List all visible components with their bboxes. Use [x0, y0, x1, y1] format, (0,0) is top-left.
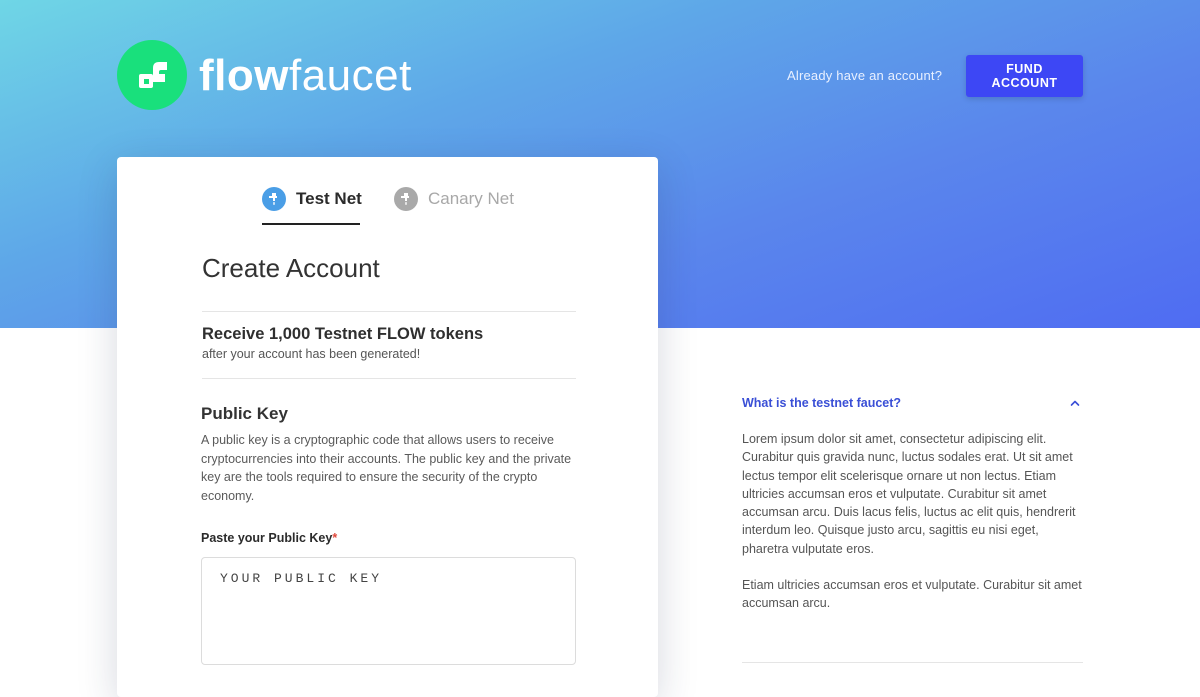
required-marker: *: [332, 531, 338, 545]
faucet-icon: [394, 187, 418, 211]
faq-answer-paragraph: Etiam ultricies accumsan eros et vulputa…: [742, 578, 1082, 611]
brand-light: faucet: [288, 51, 412, 100]
divider: [202, 378, 576, 379]
chevron-up-icon[interactable]: [1068, 396, 1082, 410]
tab-label: Canary Net: [428, 189, 514, 208]
faq-question[interactable]: What is the testnet faucet?: [742, 396, 901, 410]
divider: [202, 311, 576, 312]
tab-canary-net[interactable]: Canary Net: [394, 187, 514, 227]
public-key-input[interactable]: [201, 557, 576, 665]
already-have-account-link[interactable]: Already have an account?: [787, 67, 942, 85]
public-key-label-text: Paste your Public Key: [201, 531, 333, 545]
tab-test-net[interactable]: Test Net: [262, 187, 362, 227]
faq-answer-paragraph: Lorem ipsum dolor sit amet, consectetur …: [742, 432, 1076, 556]
fund-account-button[interactable]: FUND ACCOUNT: [966, 55, 1083, 97]
tab-label: Test Net: [296, 189, 362, 208]
tokens-heading: Receive 1,000 Testnet FLOW tokens: [202, 325, 484, 343]
public-key-label: Paste your Public Key*: [201, 531, 337, 545]
public-key-heading: Public Key: [201, 404, 288, 423]
flow-logo-icon[interactable]: [117, 40, 187, 110]
active-tab-indicator: [262, 223, 360, 225]
faq-divider: [742, 662, 1083, 663]
brand-wordmark[interactable]: flowfaucet: [199, 48, 412, 104]
page-title: Create Account: [202, 253, 380, 283]
header: flowfaucet Already have an account? FUND…: [0, 0, 1200, 150]
faq-answer: Lorem ipsum dolor sit amet, consectetur …: [742, 430, 1087, 613]
public-key-description: A public key is a cryptographic code tha…: [201, 433, 572, 503]
tokens-subtext: after your account has been generated!: [202, 347, 421, 361]
brand-bold: flow: [199, 51, 289, 100]
faucet-icon: [262, 187, 286, 211]
